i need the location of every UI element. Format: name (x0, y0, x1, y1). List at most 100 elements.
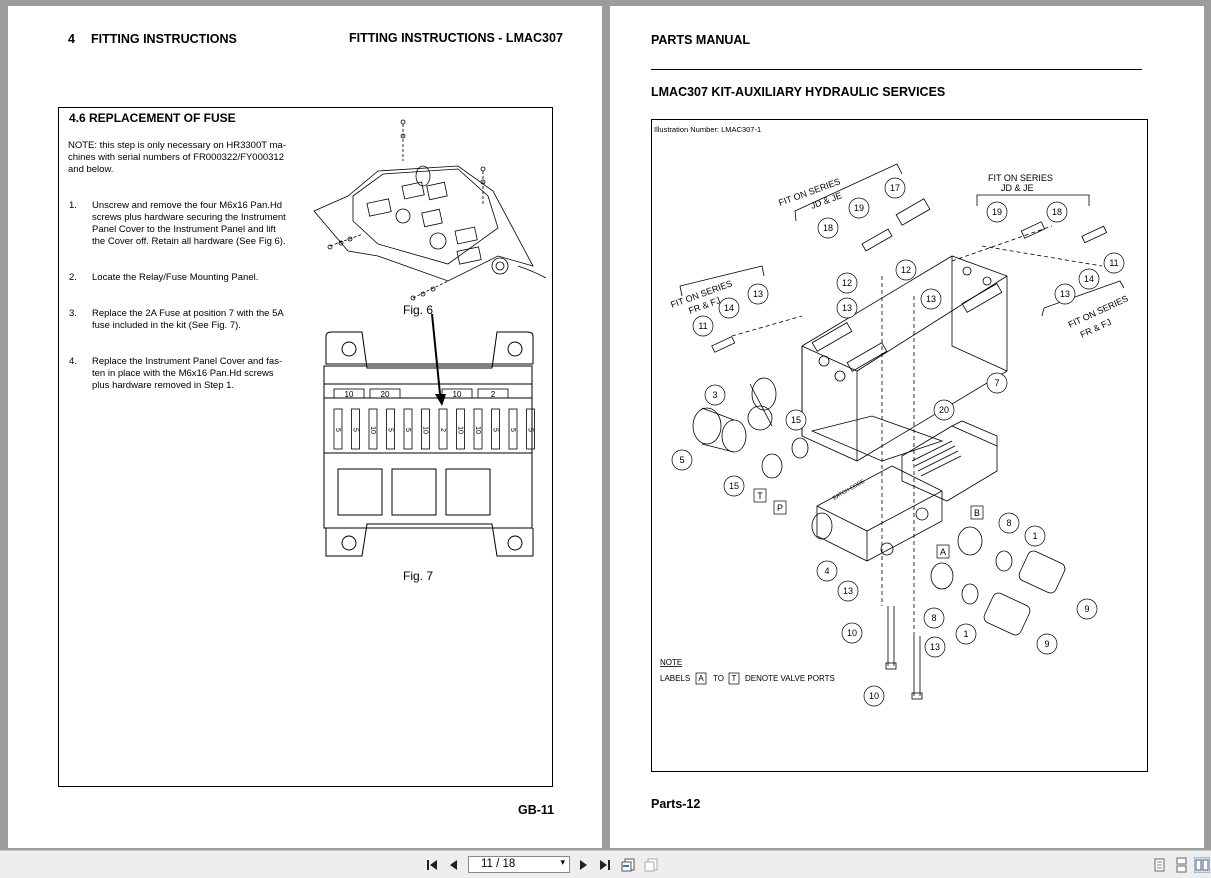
callout-number: 19 (992, 207, 1002, 217)
page-number-right: Parts-12 (651, 797, 701, 811)
step-number: 4. (69, 356, 77, 367)
callout-number: 13 (1060, 289, 1070, 299)
header-rule (651, 69, 1142, 70)
callout-number: 1 (1032, 531, 1037, 541)
go-forward-icon[interactable] (643, 857, 659, 873)
prev-page-icon[interactable] (446, 857, 462, 873)
callout-number: 5 (679, 455, 684, 465)
page-number-left: GB-11 (518, 803, 555, 817)
svg-text:DENOTE VALVE PORTS: DENOTE VALVE PORTS (745, 674, 835, 683)
go-back-icon[interactable] (620, 857, 636, 873)
fuse-value: 2 (439, 428, 446, 432)
callout-number: 13 (843, 586, 853, 596)
callout-number: 13 (842, 303, 852, 313)
callout-number: 8 (931, 613, 936, 623)
callout-number: 17 (890, 183, 900, 193)
callout-number: T (757, 491, 763, 501)
callout-number: 20 (939, 405, 949, 415)
step-line: Replace the Instrument Panel Cover and f… (92, 356, 283, 367)
callout-number: 18 (1052, 207, 1062, 217)
callout-number: 1 (963, 629, 968, 639)
fuse-value: 5 (387, 428, 394, 432)
single-page-view-icon[interactable] (1151, 857, 1167, 873)
section-number: 4 (68, 32, 75, 46)
fuse-value: 5 (527, 428, 534, 432)
svg-text:TO: TO (713, 674, 724, 683)
fuse-value: 5 (404, 428, 411, 432)
chevron-down-icon: ▾ (560, 857, 565, 867)
subsection-title: 4.6 REPLACEMENT OF FUSE (69, 111, 236, 125)
svg-text:T: T (732, 674, 737, 683)
callout-number: P (777, 503, 783, 513)
callout-number: 15 (791, 415, 801, 425)
fuse-value: 10 (457, 426, 464, 434)
callout-number: 18 (823, 223, 833, 233)
callout-number: 12 (842, 278, 852, 288)
note-line: NOTE: this step is only necessary on HR3… (68, 140, 286, 151)
callout-number: 14 (1084, 274, 1094, 284)
step-line: Unscrew and remove the four M6x16 Pan.Hd (92, 200, 283, 211)
section-title: FITTING INSTRUCTIONS (91, 32, 237, 46)
fuse-value: 5 (492, 428, 499, 432)
note-line: chines with serial numbers of FR000322/F… (68, 152, 284, 163)
page-indicator: 11 / 18 (481, 858, 516, 870)
note-text: LABELS A TO T DENOTE VALVE PORTS (660, 672, 835, 685)
callout-number: 4 (824, 566, 829, 576)
step-line: the Cover off. Retain all hardware (See … (92, 236, 286, 247)
callout-number: 13 (930, 642, 940, 652)
callout-number: 12 (901, 265, 911, 275)
page-number-select[interactable]: 11 / 18 ▾ (468, 856, 570, 873)
next-page-icon[interactable] (575, 857, 591, 873)
callout-number: 13 (753, 289, 763, 299)
continuous-view-icon[interactable] (1173, 857, 1189, 873)
left-page: 4 FITTING INSTRUCTIONS FITTING INSTRUCTI… (8, 6, 602, 848)
instrument-panel-drawing (313, 119, 547, 301)
step-line: fuse included in the kit (See Fig. 7). (92, 320, 241, 331)
callout-number: 8 (1006, 518, 1011, 528)
callout-number: B (974, 508, 980, 518)
step-number: 2. (69, 272, 77, 283)
facing-pages-view-icon[interactable] (1194, 857, 1210, 873)
note-title: NOTE (660, 658, 682, 667)
callout-number: 10 (847, 628, 857, 638)
note-block: NOTE: this step is only necessary on HR3… (68, 140, 308, 176)
batch-code-label: BATCH CODE (832, 479, 866, 502)
step-line: screws plus hardware securing the Instru… (92, 212, 286, 223)
fuse-value: 5 (334, 428, 341, 432)
svg-text:LABELS: LABELS (660, 674, 690, 683)
step-line: ten in place with the M6x16 Pan.Hd screw… (92, 368, 274, 379)
step-number: 1. (69, 200, 77, 211)
fuse-panel-drawing: 10 20 10 25 5 10 5 5 10 2 10 10 5 5 5 (323, 313, 535, 557)
parts-manual-header: PARTS MANUAL (651, 33, 751, 47)
fuse-value: 5 (509, 428, 516, 432)
callout-number: 9 (1044, 639, 1049, 649)
header-right: FITTING INSTRUCTIONS - LMAC307 (349, 31, 563, 45)
note-line: and below. (68, 164, 114, 175)
step-line: plus hardware removed in Step 1. (92, 380, 235, 391)
fig7-caption: Fig. 7 (403, 569, 434, 583)
step-line: Replace the 2A Fuse at position 7 with t… (92, 308, 284, 319)
step-line: Panel Cover to the Instrument Panel and … (92, 224, 276, 235)
fuse-value: 10 (474, 426, 481, 434)
kit-title: LMAC307 KIT-AUXILIARY HYDRAULIC SERVICES (651, 85, 946, 99)
viewer-toolbar: 11 / 18 ▾ (0, 850, 1211, 878)
callout-number: 9 (1084, 604, 1089, 614)
fuse-value: 10 (369, 426, 376, 434)
callout-number: 14 (724, 303, 734, 313)
callout-number: 7 (994, 378, 999, 388)
callout-number: 11 (698, 321, 707, 331)
series-label-jd-b2: JD & JE (1001, 183, 1034, 193)
step-line: Locate the Relay/Fuse Mounting Panel. (92, 272, 259, 283)
svg-text:A: A (698, 674, 704, 683)
series-label-jd-b: FIT ON SERIES (988, 173, 1053, 183)
illustration-number: Illustration Number: LMAC307-1 (654, 125, 762, 134)
callout-number: 13 (926, 294, 936, 304)
last-page-icon[interactable] (597, 857, 613, 873)
right-page: PARTS MANUAL LMAC307 KIT-AUXILIARY HYDRA… (610, 6, 1204, 848)
fuse-value: 10 (422, 426, 429, 434)
callout-number: 19 (854, 203, 864, 213)
callout-number: A (940, 547, 946, 557)
first-page-icon[interactable] (424, 857, 440, 873)
callout-number: 3 (712, 390, 717, 400)
exploded-view-drawing: 17191819 1812121313141311111413731520515T… (660, 163, 1130, 707)
